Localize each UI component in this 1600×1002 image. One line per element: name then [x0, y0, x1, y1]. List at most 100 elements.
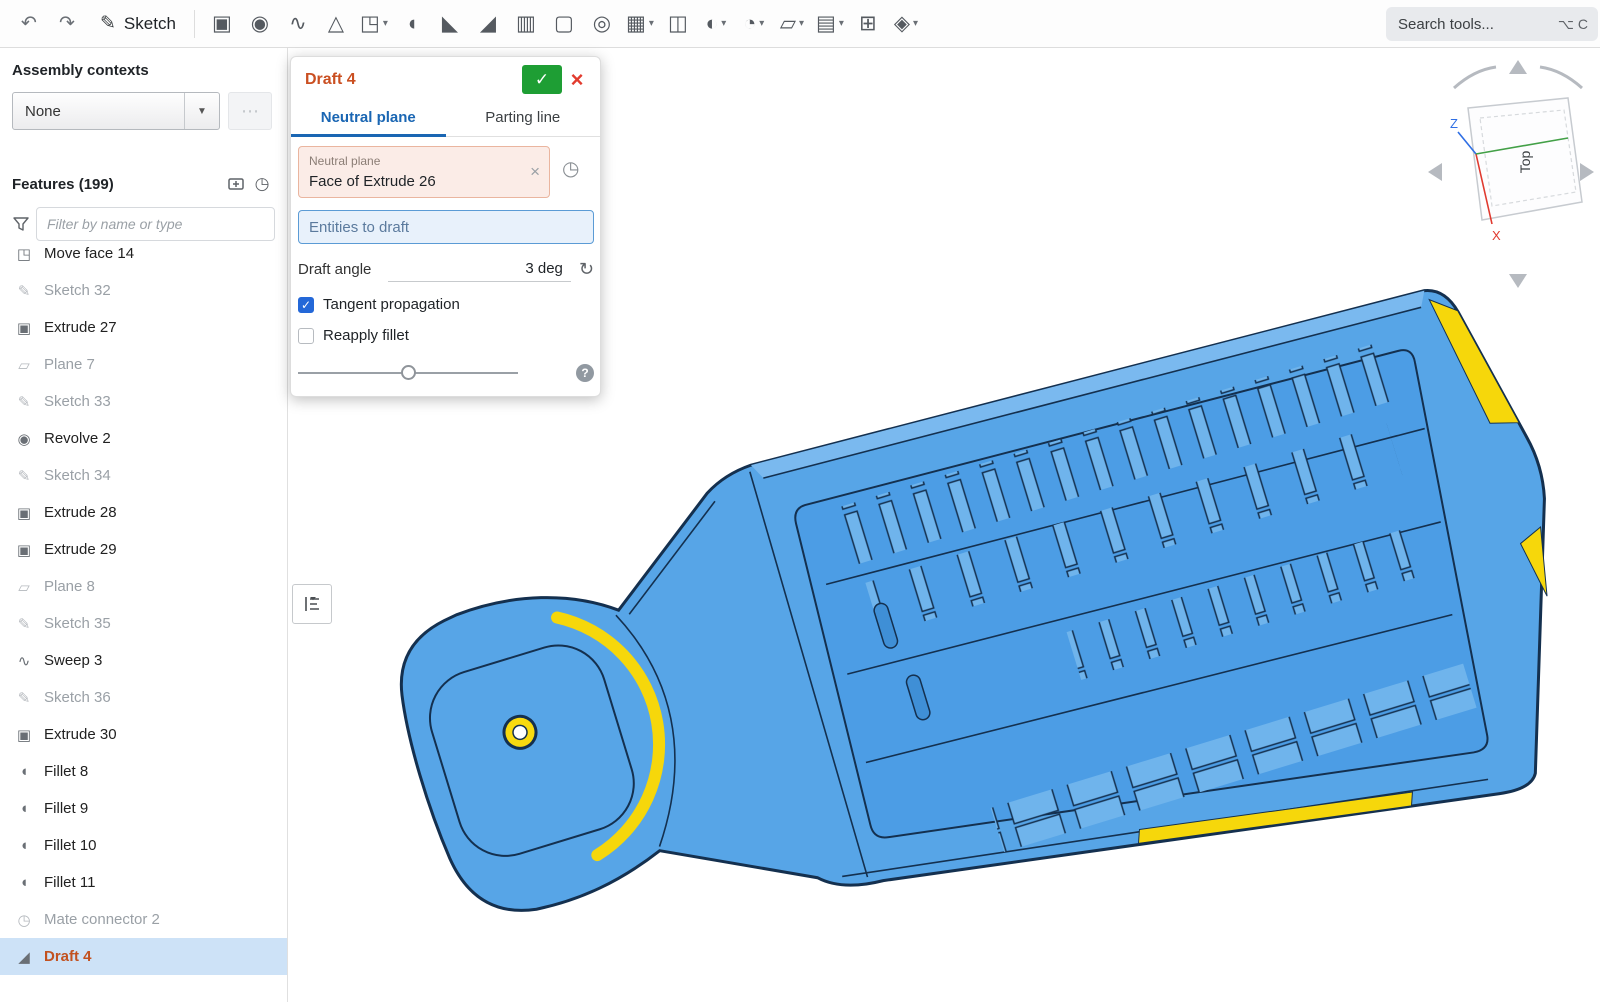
sketch-icon: ✎: [14, 282, 34, 300]
chevron-down-icon[interactable]: ▾: [799, 18, 804, 29]
feature-item-draft-4[interactable]: ◢Draft 4: [0, 938, 287, 975]
flip-direction-icon[interactable]: ↻: [579, 259, 594, 282]
chevron-down-icon[interactable]: ▾: [649, 18, 654, 29]
tool-select-region-button[interactable]: ⊞: [849, 4, 887, 44]
chevron-down-icon[interactable]: ▾: [913, 18, 918, 29]
cancel-button[interactable]: ×: [562, 65, 592, 94]
tool-boolean-button[interactable]: ◐▾: [697, 4, 735, 44]
feature-item-plane-7[interactable]: ▱Plane 7: [0, 346, 287, 383]
view-cube[interactable]: Top Z X: [1418, 54, 1600, 294]
redo-button[interactable]: ↷: [48, 4, 86, 44]
sketch-icon: ✎: [14, 689, 34, 707]
feature-label: Fillet 10: [44, 837, 97, 854]
slider-handle[interactable]: [401, 365, 416, 380]
sketch-button[interactable]: ✎ Sketch: [90, 4, 186, 44]
feature-item-sketch-33[interactable]: ✎Sketch 33: [0, 383, 287, 420]
tangent-propagation-checkbox[interactable]: ✓ Tangent propagation: [298, 296, 593, 313]
new-folder-icon[interactable]: [223, 175, 249, 193]
tool-loft-button[interactable]: △: [317, 4, 355, 44]
mate-connector-icon[interactable]: ◷: [562, 156, 579, 198]
help-icon[interactable]: ?: [576, 364, 594, 382]
tool-linear-pattern-button[interactable]: ▦▾: [621, 4, 659, 44]
view-arrow-up[interactable]: [1509, 60, 1527, 74]
tool-assembly-tools-button[interactable]: ◈▾: [887, 4, 925, 44]
surface-tools-icon: ◔: [744, 12, 757, 36]
assembly-context-selected-value: None: [13, 103, 184, 120]
tab-neutral-plane[interactable]: Neutral plane: [291, 100, 446, 137]
feature-item-sketch-34[interactable]: ✎Sketch 34: [0, 457, 287, 494]
tool-hole-button[interactable]: ◎: [583, 4, 621, 44]
feature-item-extrude-30[interactable]: ▣Extrude 30: [0, 716, 287, 753]
context-more-button[interactable]: ⋯: [228, 92, 272, 130]
search-tools-input[interactable]: [1396, 15, 1530, 34]
fillet-icon: ◖: [14, 800, 34, 817]
fillet-icon: ◖: [14, 874, 34, 891]
feature-item-sketch-36[interactable]: ✎Sketch 36: [0, 679, 287, 716]
chamfer-icon: ◣: [442, 11, 458, 36]
rotate-ccw-arrow[interactable]: [1454, 67, 1496, 88]
feature-item-fillet-8[interactable]: ◖Fillet 8: [0, 753, 287, 790]
clear-selection-icon[interactable]: ×: [530, 162, 540, 182]
feature-label: Sketch 35: [44, 615, 111, 632]
feature-filter-input[interactable]: [36, 207, 275, 241]
chevron-down-icon[interactable]: ▾: [759, 18, 764, 29]
view-arrow-down[interactable]: [1509, 274, 1527, 288]
feature-panel: Assembly contexts None ▼ ⋯ Features (199…: [0, 48, 288, 1002]
dialog-tabs: Neutral plane Parting line: [291, 100, 600, 137]
assembly-context-dropdown[interactable]: None ▼: [12, 92, 220, 130]
undo-button[interactable]: ↶: [10, 4, 48, 44]
tool-rib-button[interactable]: ▥: [507, 4, 545, 44]
rib-icon: ▥: [516, 11, 536, 36]
entities-to-draft-field[interactable]: Entities to draft: [298, 210, 594, 244]
feature-item-mate-connector-2[interactable]: ◷Mate connector 2: [0, 901, 287, 938]
feature-item-fillet-10[interactable]: ◖Fillet 10: [0, 827, 287, 864]
feature-item-fillet-9[interactable]: ◖Fillet 9: [0, 790, 287, 827]
feature-list-toggle-button[interactable]: [292, 584, 332, 624]
select-region-icon: ⊞: [859, 11, 877, 36]
feature-label: Extrude 28: [44, 504, 117, 521]
view-arrow-right[interactable]: [1580, 163, 1594, 181]
sheet-metal-icon: ▤: [816, 11, 836, 36]
dialog-slider[interactable]: [298, 372, 518, 374]
feature-item-sketch-32[interactable]: ✎Sketch 32: [0, 272, 287, 309]
feature-item-sketch-35[interactable]: ✎Sketch 35: [0, 605, 287, 642]
feature-item-fillet-11[interactable]: ◖Fillet 11: [0, 864, 287, 901]
feature-item-plane-8[interactable]: ▱Plane 8: [0, 568, 287, 605]
neutral-plane-field[interactable]: Neutral plane Face of Extrude 26 ×: [298, 146, 550, 198]
toolbar-divider: [194, 10, 195, 38]
search-tools-box[interactable]: ⌥ C: [1386, 7, 1598, 41]
draft-angle-input[interactable]: 3 deg: [388, 260, 571, 282]
dropdown-arrow-icon[interactable]: ▼: [184, 93, 219, 129]
tool-plane-tools-button[interactable]: ▱▾: [773, 4, 811, 44]
tool-extrude-button[interactable]: ▣: [203, 4, 241, 44]
view-cube-face-label: Top: [1517, 151, 1533, 174]
tool-thicken-button[interactable]: ◳▾: [355, 4, 393, 44]
feature-item-extrude-29[interactable]: ▣Extrude 29: [0, 531, 287, 568]
reapply-fillet-checkbox[interactable]: Reapply fillet: [298, 327, 593, 344]
tool-surface-tools-button[interactable]: ◔▾: [735, 4, 773, 44]
tool-draft-button[interactable]: ◢: [469, 4, 507, 44]
tool-mirror-button[interactable]: ◫: [659, 4, 697, 44]
tool-shell-button[interactable]: ▢: [545, 4, 583, 44]
view-arrow-left[interactable]: [1428, 163, 1442, 181]
tab-parting-line[interactable]: Parting line: [446, 100, 601, 136]
feature-item-sweep-3[interactable]: ∿Sweep 3: [0, 642, 287, 679]
feature-item-extrude-27[interactable]: ▣Extrude 27: [0, 309, 287, 346]
tool-sweep-button[interactable]: ∿: [279, 4, 317, 44]
feature-label: Sweep 3: [44, 652, 102, 669]
tool-chamfer-button[interactable]: ◣: [431, 4, 469, 44]
rotate-cw-arrow[interactable]: [1540, 67, 1582, 88]
confirm-button[interactable]: ✓: [522, 65, 562, 94]
chevron-down-icon[interactable]: ▾: [839, 18, 844, 29]
tool-revolve-button[interactable]: ◉: [241, 4, 279, 44]
rollback-history-icon[interactable]: ◷: [249, 174, 275, 194]
chevron-down-icon[interactable]: ▾: [721, 18, 726, 29]
tool-sheet-metal-button[interactable]: ▤▾: [811, 4, 849, 44]
feature-item-revolve-2[interactable]: ◉Revolve 2: [0, 420, 287, 457]
tool-fillet-button[interactable]: ◖: [393, 4, 431, 44]
checkbox-unchecked-icon: [298, 328, 314, 344]
feature-label: Plane 7: [44, 356, 95, 373]
features-title: Features (199): [12, 176, 223, 193]
feature-item-extrude-28[interactable]: ▣Extrude 28: [0, 494, 287, 531]
chevron-down-icon[interactable]: ▾: [383, 18, 388, 29]
